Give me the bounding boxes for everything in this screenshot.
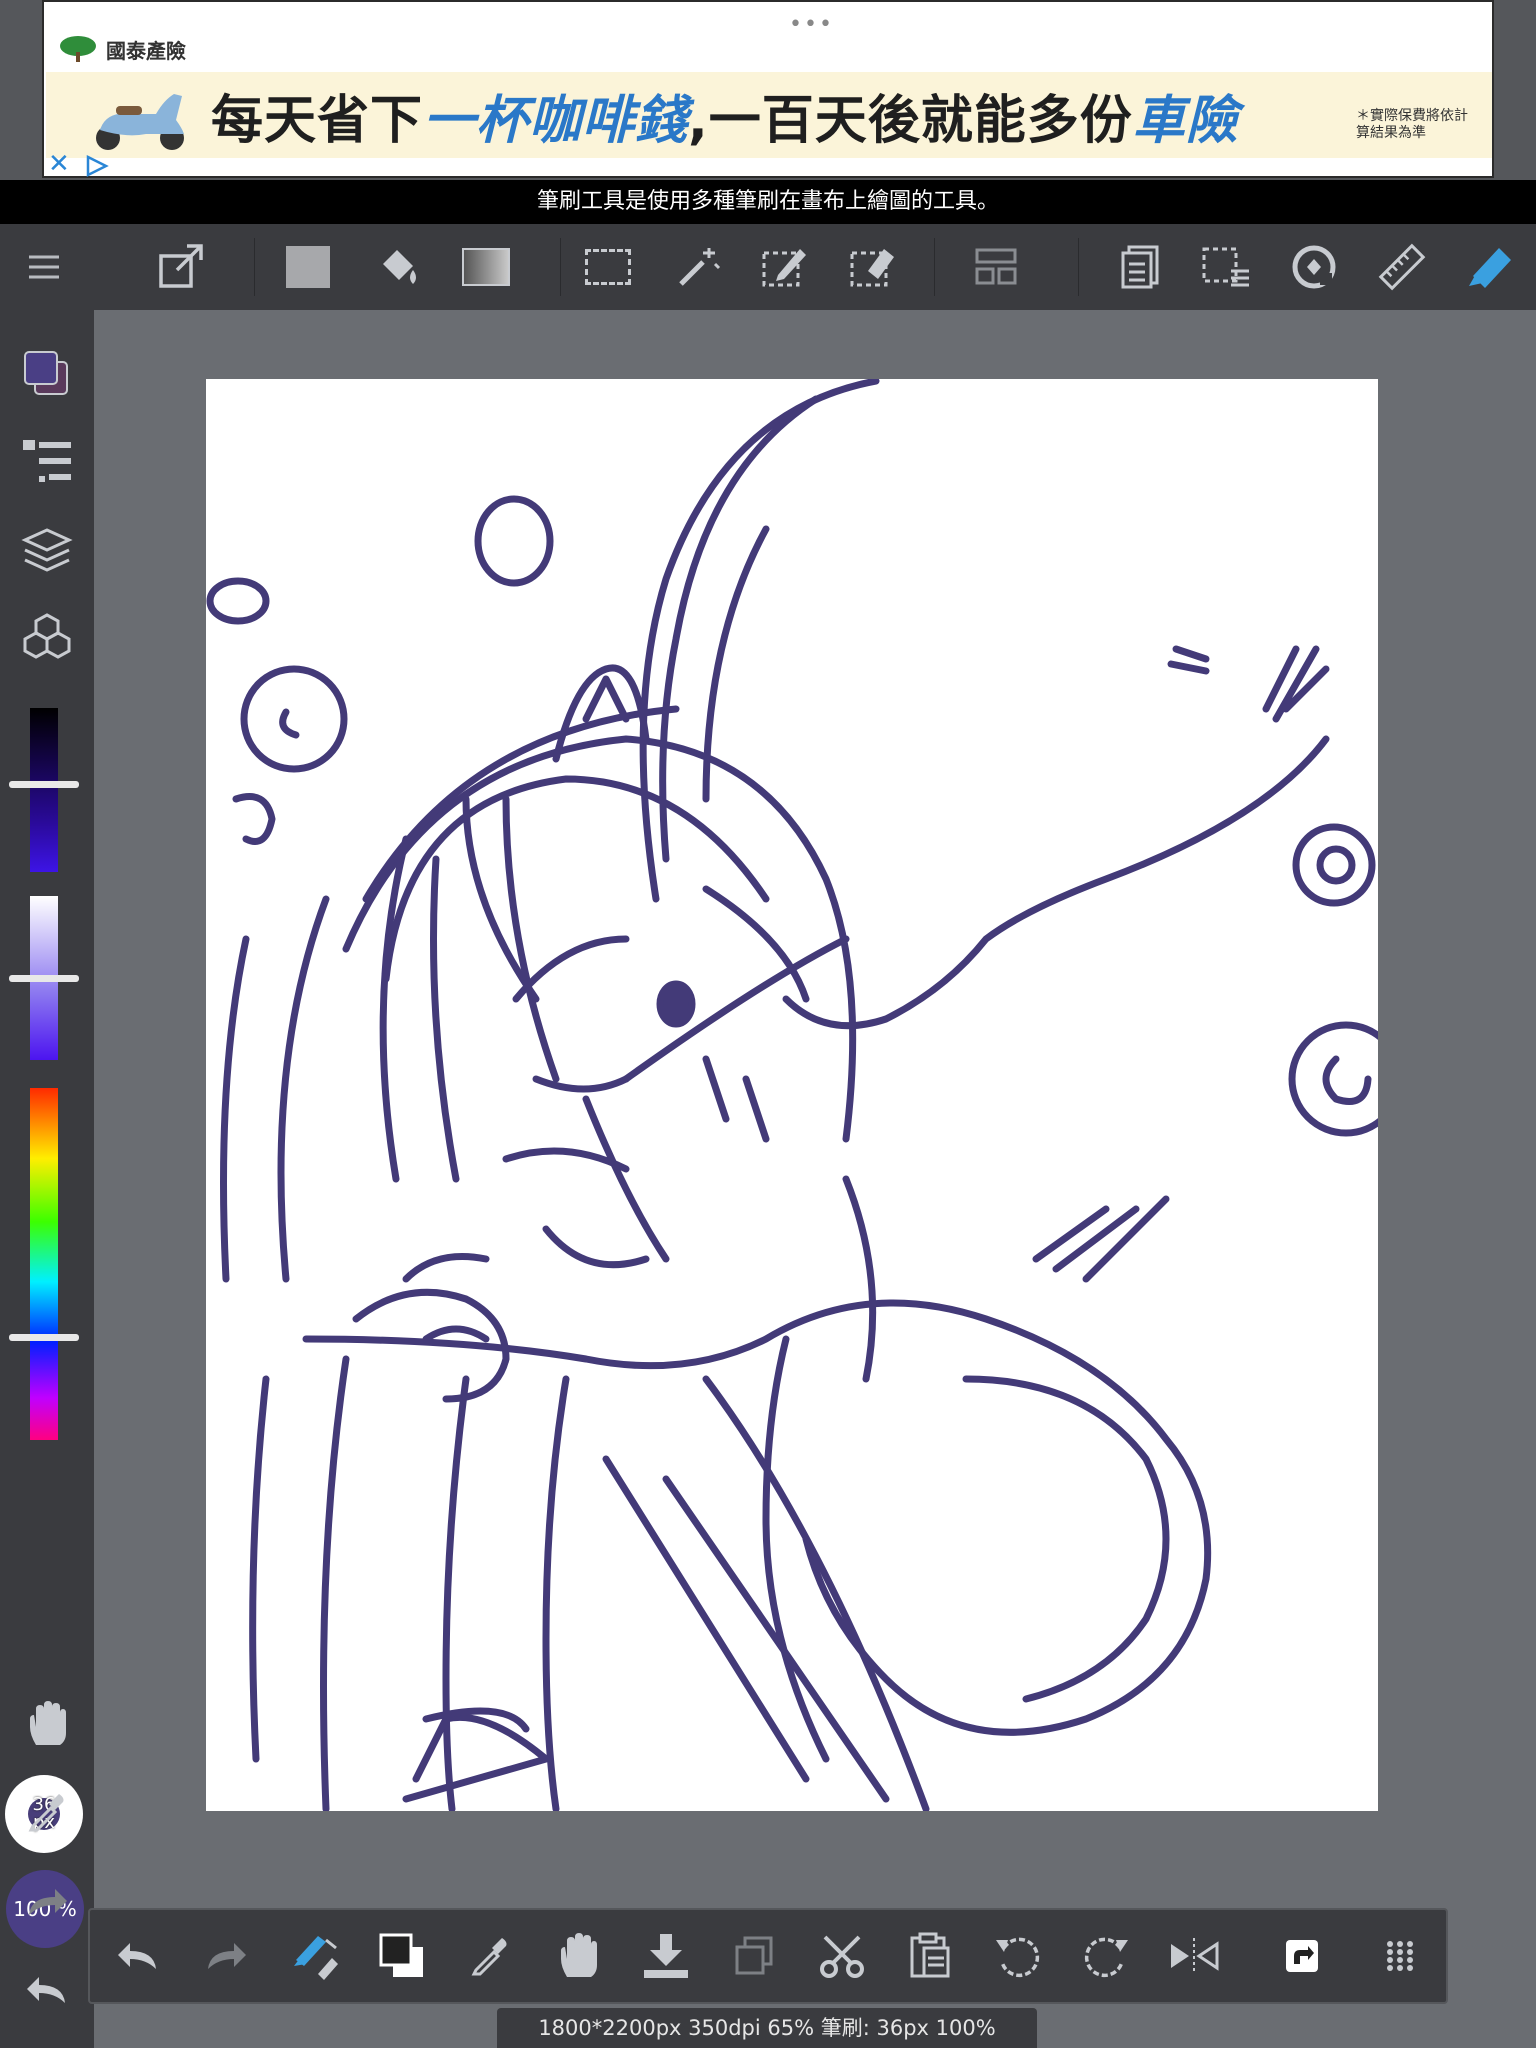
- paste-icon[interactable]: [898, 1924, 962, 1988]
- ad-menu-dots[interactable]: •••: [789, 12, 834, 37]
- ruler-icon[interactable]: [1370, 224, 1434, 310]
- slider-thumb-2[interactable]: [9, 975, 79, 982]
- top-toolbar: [0, 224, 1536, 310]
- drawing-canvas[interactable]: [206, 379, 1378, 1811]
- status-bar: 1800*2200px 350dpi 65% 筆刷: 36px 100%: [497, 2008, 1037, 2048]
- undo-icon[interactable]: [106, 1924, 170, 1988]
- hand-bottom-icon[interactable]: [546, 1924, 610, 1988]
- ad-headline: 每天省下一杯咖啡錢,一百天後就能多份車險: [211, 78, 1239, 153]
- document-icon[interactable]: [1108, 224, 1172, 310]
- bucket-icon[interactable]: [366, 224, 430, 310]
- tool-property-icon[interactable]: [15, 430, 79, 494]
- redo-side-icon[interactable]: [15, 1870, 79, 1934]
- layers-icon[interactable]: [15, 518, 79, 582]
- color-swap-icon[interactable]: [370, 1924, 434, 1988]
- ad-headline-highlight-2: 車險: [1132, 91, 1239, 151]
- eyedropper-icon[interactable]: [15, 1780, 79, 1844]
- tool-tip-bar: 筆刷工具是使用多種筆刷在畫布上繪圖的工具。: [0, 180, 1536, 224]
- menu-icon[interactable]: [12, 224, 76, 310]
- export-icon[interactable]: [150, 224, 214, 310]
- magic-wand-icon[interactable]: [666, 224, 730, 310]
- undo-side-icon[interactable]: [15, 1958, 79, 2022]
- layout-icon[interactable]: [964, 224, 1028, 310]
- bottom-toolbar: [88, 1908, 1448, 2004]
- ad-choices-icon[interactable]: [84, 154, 110, 178]
- rotate-ccw-icon[interactable]: [986, 1924, 1050, 1988]
- gradient-icon[interactable]: [454, 224, 518, 310]
- slider-thumb-1[interactable]: [9, 781, 79, 788]
- selection-list-icon[interactable]: [1194, 224, 1258, 310]
- more-grid-icon[interactable]: [1368, 1924, 1432, 1988]
- materials-icon[interactable]: [15, 606, 79, 670]
- ad-headline-text: 每天省下: [211, 91, 424, 151]
- pen-brush-icon[interactable]: [1458, 224, 1522, 310]
- cut-icon[interactable]: [810, 1924, 874, 1988]
- copy-icon[interactable]: [722, 1924, 786, 1988]
- slider-thumb-3[interactable]: [9, 1334, 79, 1341]
- ad-logo: 國泰產險: [58, 34, 186, 64]
- ad-headline-text-2: ,一百天後就能多份: [688, 91, 1133, 151]
- fill-color-icon[interactable]: [276, 224, 340, 310]
- select-pen-icon[interactable]: [752, 224, 816, 310]
- snap-icon[interactable]: [1282, 224, 1346, 310]
- ad-headline-highlight: 一杯咖啡錢: [423, 91, 689, 151]
- tree-logo-icon: [60, 36, 96, 62]
- scooter-icon: [96, 94, 184, 150]
- ad-fine-print: ＊實際保費將依計算結果為準: [1356, 108, 1468, 141]
- redo-icon[interactable]: [194, 1924, 258, 1988]
- color-swatches[interactable]: [15, 342, 79, 406]
- hand-icon[interactable]: [15, 1692, 79, 1756]
- hue-slider[interactable]: [30, 1088, 58, 1440]
- select-eraser-icon[interactable]: [840, 224, 904, 310]
- select-rect-icon[interactable]: [576, 224, 640, 310]
- ad-close-icon[interactable]: ✕: [48, 151, 70, 177]
- ad-banner[interactable]: ••• 國泰產險 每天省下一杯咖啡錢,一百天後就能多份車險 ＊實際保費將依計算結…: [42, 0, 1494, 178]
- sketch-artwork: [206, 379, 1378, 1811]
- flip-icon[interactable]: [1162, 1924, 1226, 1988]
- ad-brand: 國泰產險: [106, 38, 186, 63]
- brush-eraser-toggle-icon[interactable]: [282, 1924, 346, 1988]
- open-icon[interactable]: [1270, 1924, 1334, 1988]
- eyedropper-bottom-icon[interactable]: [458, 1924, 522, 1988]
- import-icon[interactable]: [634, 1924, 698, 1988]
- rotate-cw-icon[interactable]: [1074, 1924, 1138, 1988]
- hue-shade-slider[interactable]: [30, 708, 58, 872]
- ad-headline-strip[interactable]: 每天省下一杯咖啡錢,一百天後就能多份車險 ＊實際保費將依計算結果為準: [46, 72, 1492, 158]
- left-panel: 36 px 100 %: [0, 310, 94, 2048]
- ad-area: ••• 國泰產險 每天省下一杯咖啡錢,一百天後就能多份車險 ＊實際保費將依計算結…: [0, 0, 1536, 180]
